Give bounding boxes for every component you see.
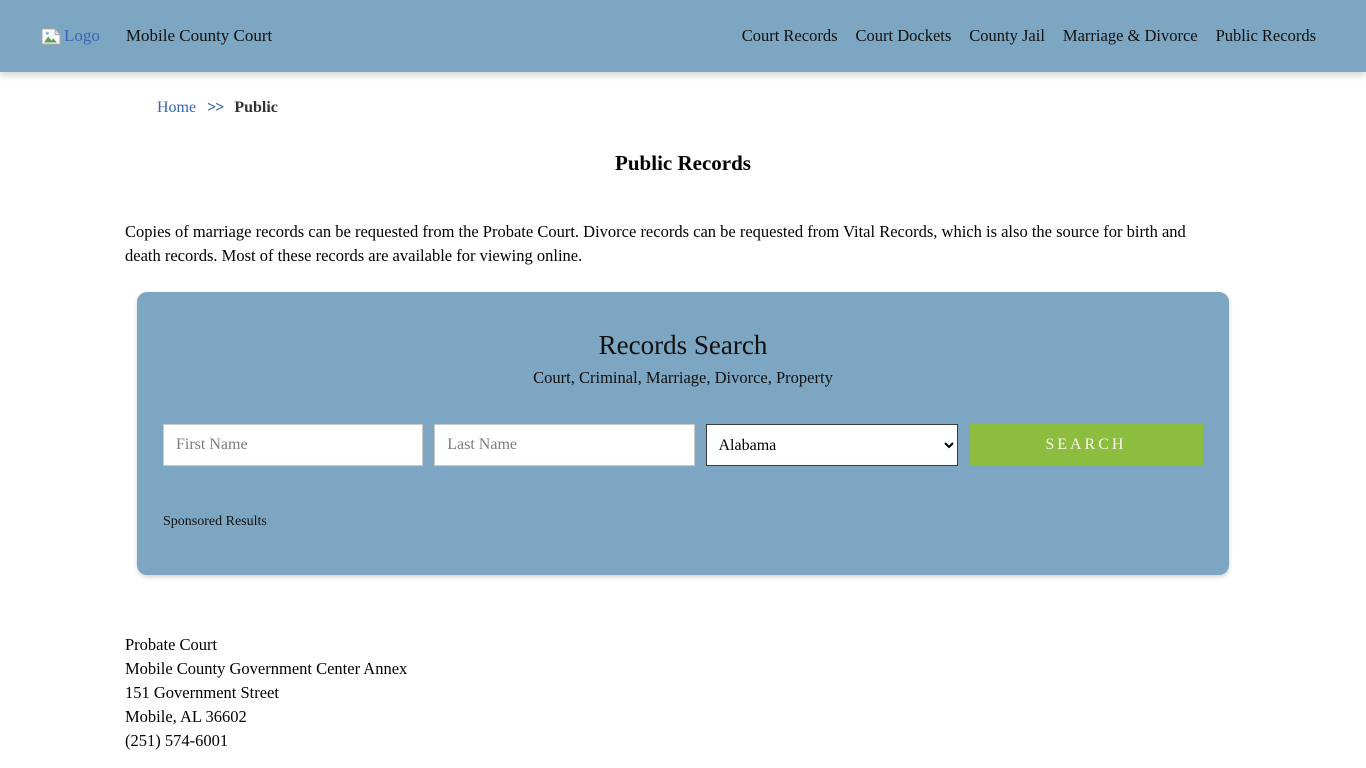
address-line: (251) 574-6001 xyxy=(125,729,1366,753)
site-title: Mobile County Court xyxy=(126,26,272,46)
nav-public-records[interactable]: Public Records xyxy=(1216,26,1316,46)
logo-link[interactable]: Logo xyxy=(40,26,100,46)
state-select[interactable]: Alabama xyxy=(706,424,958,466)
search-button[interactable]: SEARCH xyxy=(969,424,1203,466)
search-form: Alabama SEARCH xyxy=(163,424,1203,466)
address-line: Mobile, AL 36602 xyxy=(125,705,1366,729)
panel-subtitle: Court, Criminal, Marriage, Divorce, Prop… xyxy=(163,368,1203,388)
broken-image-icon xyxy=(40,27,62,46)
nav-county-jail[interactable]: County Jail xyxy=(969,26,1045,46)
logo-alt-text[interactable]: Logo xyxy=(64,26,100,46)
sponsored-results-label: Sponsored Results xyxy=(163,514,1203,530)
header: Logo Mobile County Court Court Records C… xyxy=(0,0,1366,72)
page-title: Public Records xyxy=(0,151,1366,176)
main-nav: Court Records Court Dockets County Jail … xyxy=(742,26,1316,46)
breadcrumb: Home >> Public xyxy=(0,72,1366,117)
last-name-input[interactable] xyxy=(434,424,694,466)
main-content: Public Records Copies of marriage record… xyxy=(0,151,1366,768)
breadcrumb-home-link[interactable]: Home xyxy=(157,99,196,117)
nav-court-dockets[interactable]: Court Dockets xyxy=(856,26,952,46)
records-search-panel: Records Search Court, Criminal, Marriage… xyxy=(137,292,1229,575)
address-line: Mobile County Government Center Annex xyxy=(125,657,1366,681)
breadcrumb-separator: >> xyxy=(207,99,223,117)
addresses: Probate Court Mobile County Government C… xyxy=(125,633,1366,768)
breadcrumb-current: Public xyxy=(234,99,278,117)
nav-court-records[interactable]: Court Records xyxy=(742,26,838,46)
intro-paragraph: Copies of marriage records can be reques… xyxy=(125,220,1200,268)
address-line: Probate Court xyxy=(125,633,1366,657)
probate-court-address: Probate Court Mobile County Government C… xyxy=(125,633,1366,753)
address-line: 151 Government Street xyxy=(125,681,1366,705)
first-name-input[interactable] xyxy=(163,424,423,466)
nav-marriage-divorce[interactable]: Marriage & Divorce xyxy=(1063,26,1198,46)
panel-title: Records Search xyxy=(163,330,1203,361)
